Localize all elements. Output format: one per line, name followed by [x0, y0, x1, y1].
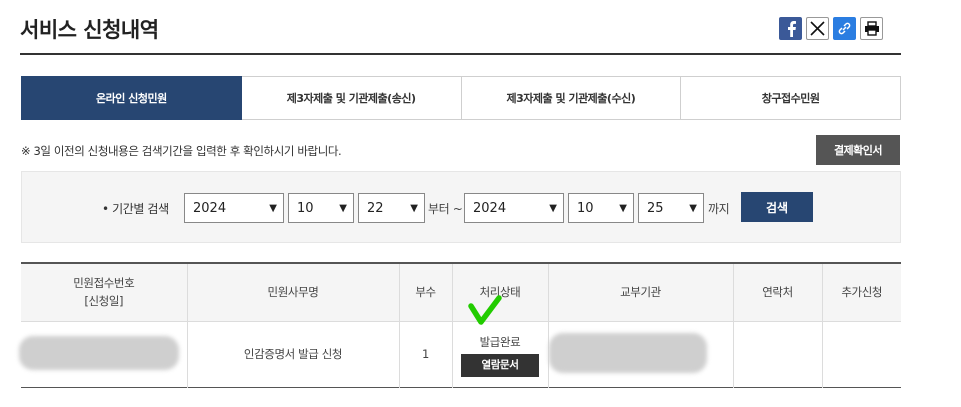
chevron-down-icon: ▼ — [689, 202, 697, 214]
view-document-button[interactable]: 열람문서 — [461, 353, 539, 377]
checkmark-icon — [468, 295, 502, 325]
search-label: • 기간별 검색 — [102, 202, 169, 216]
x-icon[interactable] — [806, 17, 829, 40]
share-bar — [779, 17, 883, 40]
from-year-value: 2024 — [193, 200, 227, 216]
additional-application-cell — [822, 321, 901, 387]
applications-table: 민원접수번호 [신청일] 민원사무명 부수 처리상태 교부기관 연락처 추가신청… — [19, 262, 901, 388]
from-suffix: 부터 ~ — [428, 202, 463, 216]
redacted-issuing-agency — [548, 332, 707, 373]
header-contact: 연락처 — [733, 263, 823, 322]
facebook-icon[interactable] — [779, 17, 802, 40]
chevron-down-icon: ▼ — [619, 202, 627, 214]
tab-online-applications[interactable]: 온라인 신청민원 — [21, 76, 242, 120]
tab-third-party-sent[interactable]: 제3자제출 및 기관제출(송신) — [241, 76, 462, 120]
from-day-value: 22 — [367, 200, 384, 216]
header-receipt-number-label: 민원접수번호 — [73, 276, 135, 291]
table-header-row: 민원접수번호 [신청일] 민원사무명 부수 처리상태 교부기관 연락처 추가신청 — [21, 263, 901, 322]
header-issuing-agency: 교부기관 — [548, 263, 734, 322]
chevron-down-icon: ▼ — [410, 202, 418, 214]
to-suffix: 까지 — [708, 202, 730, 216]
search-button[interactable]: 검색 — [741, 192, 813, 222]
receipt-number-cell — [19, 321, 188, 387]
payment-receipt-button[interactable]: 결제확인서 — [816, 135, 900, 165]
status-text: 발급완료 — [479, 334, 521, 349]
to-day-select[interactable]: 25 ▼ — [638, 193, 704, 223]
from-year-select[interactable]: 2024 ▼ — [184, 193, 284, 223]
header-service-name: 민원사무명 — [187, 263, 400, 322]
header-additional-application: 추가신청 — [822, 263, 901, 322]
status-cell: 발급완료 열람문서 — [452, 321, 549, 387]
print-icon[interactable] — [860, 17, 883, 40]
search-panel: • 기간별 검색 2024 ▼ 10 ▼ 22 ▼ 부터 ~ 2024 ▼ 10 ▼ 25… — [21, 171, 901, 243]
tab-counter-applications[interactable]: 창구접수민원 — [681, 76, 901, 120]
from-day-select[interactable]: 22 ▼ — [358, 193, 425, 223]
from-month-value: 10 — [297, 200, 314, 216]
period-notice: ※ 3일 이전의 신청내용은 검색기간을 입력한 후 확인하시기 바랍니다. — [21, 144, 342, 158]
tab-bar: 온라인 신청민원 제3자제출 및 기관제출(송신) 제3자제출 및 기관제출(수… — [21, 76, 901, 120]
tab-third-party-received[interactable]: 제3자제출 및 기관제출(수신) — [461, 76, 682, 120]
from-month-select[interactable]: 10 ▼ — [288, 193, 354, 223]
page-title: 서비스 신청내역 — [20, 18, 159, 42]
header-application-date-label: [신청일] — [84, 294, 124, 309]
to-year-value: 2024 — [473, 200, 507, 216]
header-copies: 부수 — [399, 263, 453, 322]
header-receipt-number: 민원접수번호 [신청일] — [21, 263, 188, 322]
contact-cell — [733, 321, 823, 387]
to-month-value: 10 — [577, 200, 594, 216]
redacted-receipt-number — [19, 335, 179, 370]
title-divider — [20, 53, 901, 55]
link-icon[interactable] — [833, 17, 856, 40]
chevron-down-icon: ▼ — [339, 202, 347, 214]
service-name-cell: 인감증명서 발급 신청 — [187, 321, 400, 387]
to-year-select[interactable]: 2024 ▼ — [464, 193, 564, 223]
table-row: 인감증명서 발급 신청 1 발급완료 열람문서 — [19, 321, 901, 387]
to-month-select[interactable]: 10 ▼ — [568, 193, 634, 223]
chevron-down-icon: ▼ — [269, 202, 277, 214]
to-day-value: 25 — [647, 200, 664, 216]
issuing-agency-cell — [548, 321, 734, 387]
chevron-down-icon: ▼ — [549, 202, 557, 214]
copies-cell: 1 — [399, 321, 453, 387]
